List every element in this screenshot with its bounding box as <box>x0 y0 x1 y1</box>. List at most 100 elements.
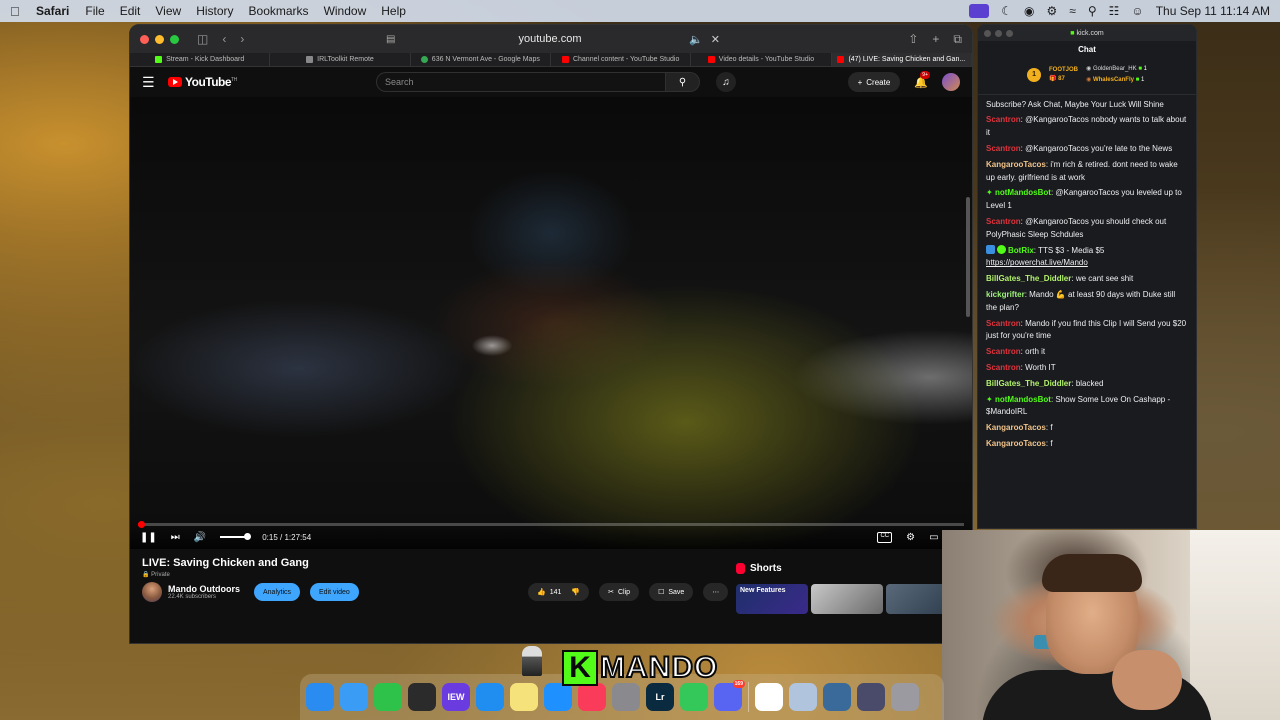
short-thumbnail[interactable]: New Features <box>736 584 808 614</box>
pause-icon[interactable]: ❚❚ <box>140 532 157 543</box>
chat-username[interactable]: Scantron <box>986 115 1021 124</box>
back-icon[interactable]: ‹ <box>222 32 226 46</box>
speaker-icon[interactable]: 🔈 <box>689 33 703 46</box>
tab-channel-content[interactable]: Channel content - YouTube Studio <box>551 53 692 66</box>
chat-username[interactable]: KangarooTacos <box>986 160 1046 169</box>
page-scrollbar[interactable] <box>966 197 970 317</box>
chat-username[interactable]: Scantron <box>986 319 1021 328</box>
record-icon[interactable]: ◉ <box>1024 4 1034 18</box>
edit-video-button[interactable]: Edit video <box>310 583 359 601</box>
chat-username[interactable]: notMandosBot <box>995 395 1051 404</box>
facetime-icon[interactable] <box>374 683 402 711</box>
sidebar-icon[interactable]: ◫ <box>197 32 208 46</box>
notifications-button[interactable]: 🔔 9+ <box>914 70 930 89</box>
new-tab-icon[interactable]: + <box>932 32 939 47</box>
focus-moon-icon[interactable]: ☾ <box>1001 4 1012 18</box>
settings-icon[interactable] <box>612 683 640 711</box>
control-center-icon[interactable]: ☷ <box>1109 4 1120 18</box>
account-avatar[interactable] <box>942 73 960 91</box>
downloads-icon[interactable] <box>857 683 885 711</box>
page-menu-icon[interactable]: ▤ <box>386 34 395 45</box>
search-input[interactable] <box>376 72 666 92</box>
menu-help[interactable]: Help <box>381 4 406 18</box>
mail-icon[interactable] <box>340 683 368 711</box>
search-button[interactable]: ⚲ <box>666 72 700 92</box>
short-thumbnail[interactable] <box>811 584 883 614</box>
tab-overview-icon[interactable]: ⧉ <box>953 32 962 47</box>
clip-button[interactable]: ✂ Clip <box>599 583 640 601</box>
chat-username[interactable]: notMandosBot <box>995 188 1051 197</box>
video-player[interactable]: ❚❚ ⏭ 🔊 0:15 / 1:27:54 CC ⚙ ▭ ◫ <box>130 97 972 549</box>
safari-icon[interactable] <box>476 683 504 711</box>
next-icon[interactable]: ⏭ <box>171 532 180 543</box>
menu-edit[interactable]: Edit <box>120 4 141 18</box>
address-bar[interactable]: ▤ youtube.com 🔈 ✕ <box>380 30 720 48</box>
search-icon[interactable]: ⚲ <box>1088 4 1097 18</box>
preview-icon[interactable] <box>789 683 817 711</box>
zoom-window-button[interactable] <box>170 34 179 44</box>
theater-mode-icon[interactable]: ▭ <box>929 532 938 543</box>
share-icon[interactable]: ⇧ <box>908 32 918 47</box>
tab-irltoolkit[interactable]: IRLToolkit Remote <box>270 53 411 66</box>
apple-icon[interactable]:  <box>10 4 24 19</box>
chat-username[interactable]: Scantron <box>986 144 1021 153</box>
menu-clock[interactable]: Thu Sep 11 11:14 AM <box>1156 4 1270 18</box>
finder-icon[interactable] <box>306 683 334 711</box>
gifter-name[interactable]: WhalesCanFly <box>1093 77 1134 83</box>
discord-icon[interactable]: 169 <box>714 680 745 711</box>
analytics-button[interactable]: Analytics <box>254 583 301 601</box>
quicktime-icon[interactable] <box>823 683 851 711</box>
minimize-window-button[interactable] <box>155 34 164 44</box>
gifter-name[interactable]: GoldenBear_HK <box>1093 66 1137 72</box>
clear-address-icon[interactable]: ✕ <box>711 33 720 46</box>
capcut-icon[interactable] <box>755 683 783 711</box>
chat-username[interactable]: Scantron <box>986 347 1021 356</box>
screen-mirror-icon[interactable] <box>969 4 990 18</box>
chat-username[interactable]: BillGates_The_Diddler <box>986 274 1071 283</box>
tab-video-details[interactable]: Video details - YouTube Studio <box>691 53 832 66</box>
notes-icon[interactable] <box>510 683 538 711</box>
captions-button[interactable]: CC <box>877 531 893 543</box>
menu-history[interactable]: History <box>196 4 233 18</box>
voice-search-button[interactable]: ♫ <box>716 72 736 92</box>
music-icon[interactable] <box>578 683 606 711</box>
chat-username[interactable]: BotRix <box>1008 246 1034 255</box>
volume-icon[interactable]: 🔊 <box>194 532 206 543</box>
chat-link[interactable]: https://powerchat.live/Mando <box>986 258 1088 267</box>
lightroom-icon[interactable]: Lr <box>646 683 674 711</box>
create-button[interactable]: + Create <box>847 72 901 92</box>
user-icon[interactable]: ☺ <box>1131 4 1143 18</box>
settings-gear-icon[interactable]: ⚙ <box>906 532 915 543</box>
controls-icon[interactable]: ⚙ <box>1047 4 1058 18</box>
forward-icon[interactable]: › <box>240 32 244 46</box>
wifi-icon[interactable]: ≈ <box>1069 4 1076 18</box>
chat-username[interactable]: KangarooTacos <box>986 439 1046 448</box>
volume-slider[interactable] <box>220 533 252 540</box>
progress-bar[interactable] <box>138 521 964 528</box>
chat-username[interactable]: kickgrifter <box>986 290 1025 299</box>
menu-app-name[interactable]: Safari <box>36 4 69 18</box>
top-gifter-name[interactable]: FOOTJOB <box>1049 66 1078 74</box>
obs-icon[interactable] <box>408 683 436 711</box>
more-actions-button[interactable]: ⋯ <box>703 583 729 601</box>
menu-view[interactable]: View <box>155 4 181 18</box>
hamburger-menu-icon[interactable]: ☰ <box>142 74 168 91</box>
tab-kick-dashboard[interactable]: Stream - Kick Dashboard <box>130 53 271 66</box>
menu-file[interactable]: File <box>85 4 104 18</box>
like-button[interactable]: 👍 141 👎 <box>528 583 590 601</box>
save-button[interactable]: ☐ Save <box>649 583 694 601</box>
tab-google-maps[interactable]: 636 N Vermont Ave - Google Maps <box>411 53 551 66</box>
chat-username[interactable]: Scantron <box>986 217 1021 226</box>
channel-name[interactable]: Mando Outdoors <box>168 584 240 594</box>
trash-icon[interactable] <box>891 683 919 711</box>
close-window-button[interactable] <box>140 34 149 44</box>
thumbs-down-icon[interactable]: 👎 <box>571 588 580 596</box>
chat-username[interactable]: KangarooTacos <box>986 423 1046 432</box>
channel-avatar[interactable] <box>142 582 162 602</box>
chat-username[interactable]: Scantron <box>986 363 1021 372</box>
scrubber-handle[interactable] <box>138 521 145 528</box>
tab-live-video[interactable]: (47) LIVE: Saving Chicken and Gan... <box>831 53 972 66</box>
youtube-logo[interactable]: YouTubeTH <box>168 75 237 89</box>
chat-username[interactable]: BillGates_The_Diddler <box>986 379 1071 388</box>
menu-bookmarks[interactable]: Bookmarks <box>249 4 309 18</box>
